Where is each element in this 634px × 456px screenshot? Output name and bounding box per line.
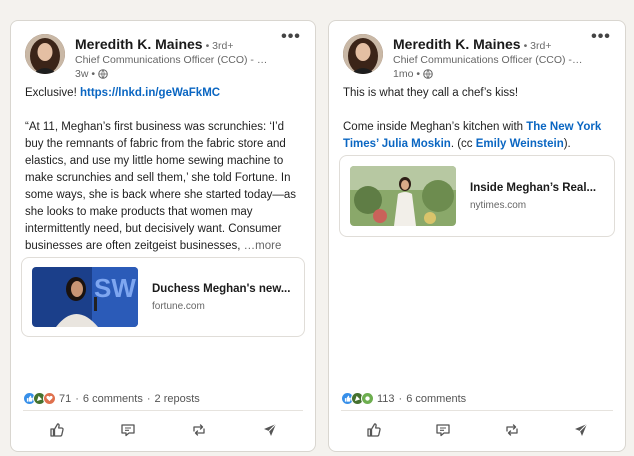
globe-icon xyxy=(423,69,433,79)
reaction-count[interactable]: 113 xyxy=(377,393,395,405)
author-name[interactable]: Meredith K. Maines xyxy=(75,36,203,52)
connection-degree: • 3rd+ xyxy=(523,40,552,52)
love-reaction-icon xyxy=(43,392,56,405)
comment-icon xyxy=(435,424,450,437)
post-paragraph: Exclusive! https://lnkd.in/geWaFkMC xyxy=(25,85,303,102)
link-preview-image xyxy=(350,166,456,226)
social-counts: 113 · 6 comments xyxy=(341,392,466,405)
reaction-icons[interactable] xyxy=(341,392,374,405)
link-preview-card[interactable]: Inside Meghan’s Real... nytimes.com xyxy=(339,155,615,237)
like-icon xyxy=(49,423,64,437)
repost-button[interactable] xyxy=(179,416,219,444)
like-button[interactable] xyxy=(37,416,77,444)
see-more-link[interactable]: …more xyxy=(244,240,282,252)
send-button[interactable] xyxy=(250,416,290,444)
support-reaction-icon xyxy=(361,392,374,405)
link-preview-title: Inside Meghan’s Real... xyxy=(470,181,597,194)
repost-icon xyxy=(505,424,518,436)
svg-text:SW: SW xyxy=(94,273,136,303)
send-icon xyxy=(574,423,587,436)
post-text: Exclusive! https://lnkd.in/geWaFkMC “At … xyxy=(25,85,303,272)
post-link[interactable]: https://lnkd.in/geWaFkMC xyxy=(80,87,220,99)
author-avatar[interactable] xyxy=(25,34,65,74)
link-preview-domain: nytimes.com xyxy=(470,199,527,211)
author-info: Meredith K. Maines • 3rd+ Chief Communic… xyxy=(393,36,585,80)
post-meta: 3w • xyxy=(75,68,275,80)
author-headline: Chief Communications Officer (CCO) - Off… xyxy=(393,54,585,66)
post-paragraph: Come inside Meghan’s kitchen with The Ne… xyxy=(343,119,613,153)
post-text-segment: . (cc xyxy=(450,138,476,150)
reposts-count[interactable]: 2 reposts xyxy=(155,393,200,405)
post-header: Meredith K. Maines • 3rd+ Chief Communic… xyxy=(25,28,305,80)
post-time: 1mo • xyxy=(393,68,421,80)
comment-button[interactable] xyxy=(108,416,148,444)
comment-icon xyxy=(120,424,135,437)
link-preview-domain: fortune.com xyxy=(152,300,205,312)
more-options-icon[interactable]: ••• xyxy=(589,28,613,46)
reaction-icons[interactable] xyxy=(23,392,56,405)
action-bar xyxy=(11,415,315,445)
post-paragraph: “At 11, Meghan’s first business was scru… xyxy=(25,119,303,255)
separator-dot: · xyxy=(146,392,151,405)
mention-link-emily[interactable]: Emily Weinstein xyxy=(476,138,564,150)
comments-count[interactable]: 6 comments xyxy=(406,393,466,405)
comments-count[interactable]: 6 comments xyxy=(83,393,143,405)
post-paragraph: This is what they call a chef’s kiss! xyxy=(343,87,519,99)
comment-button[interactable] xyxy=(423,416,463,444)
post-text-segment: ). xyxy=(563,138,571,150)
link-preview-card[interactable]: SW Duchess Meghan's new... fortune.com xyxy=(21,257,305,337)
more-options-icon[interactable]: ••• xyxy=(279,28,303,46)
social-counts: 71 · 6 comments · 2 reposts xyxy=(23,392,200,405)
send-icon xyxy=(263,423,276,436)
repost-button[interactable] xyxy=(492,416,532,444)
globe-icon xyxy=(98,69,108,79)
like-button[interactable] xyxy=(354,416,394,444)
separator-dot: · xyxy=(75,392,79,405)
connection-degree: • 3rd+ xyxy=(205,40,234,52)
action-bar xyxy=(329,415,625,445)
post-text-segment: Come inside Meghan’s kitchen with xyxy=(343,121,527,133)
repost-icon xyxy=(192,424,205,436)
link-preview-image: SW xyxy=(32,267,138,327)
link-preview-texts: Inside Meghan’s Real... nytimes.com xyxy=(470,182,596,211)
link-preview-title: Duchess Meghan's new... xyxy=(152,282,291,295)
author-info: Meredith K. Maines • 3rd+ Chief Communic… xyxy=(75,36,275,80)
divider xyxy=(341,410,613,411)
post-header: Meredith K. Maines • 3rd+ Chief Communic… xyxy=(343,28,615,80)
post-quote: “At 11, Meghan’s first business was scru… xyxy=(25,121,297,252)
post-meta: 1mo • xyxy=(393,68,585,80)
divider xyxy=(23,410,303,411)
link-preview-texts: Duchess Meghan's new... fortune.com xyxy=(152,283,290,312)
separator-dot: · xyxy=(398,392,403,405)
post-time: 3w • xyxy=(75,68,96,80)
reaction-count[interactable]: 71 xyxy=(59,393,71,405)
author-headline: Chief Communications Officer (CCO) - Off… xyxy=(75,54,275,66)
send-button[interactable] xyxy=(561,416,601,444)
author-name[interactable]: Meredith K. Maines xyxy=(393,36,521,52)
like-icon xyxy=(366,423,381,437)
post-card: Meredith K. Maines • 3rd+ Chief Communic… xyxy=(328,20,626,452)
post-text-segment: Exclusive! xyxy=(25,87,80,99)
post-card: Meredith K. Maines • 3rd+ Chief Communic… xyxy=(10,20,316,452)
author-avatar[interactable] xyxy=(343,34,383,74)
